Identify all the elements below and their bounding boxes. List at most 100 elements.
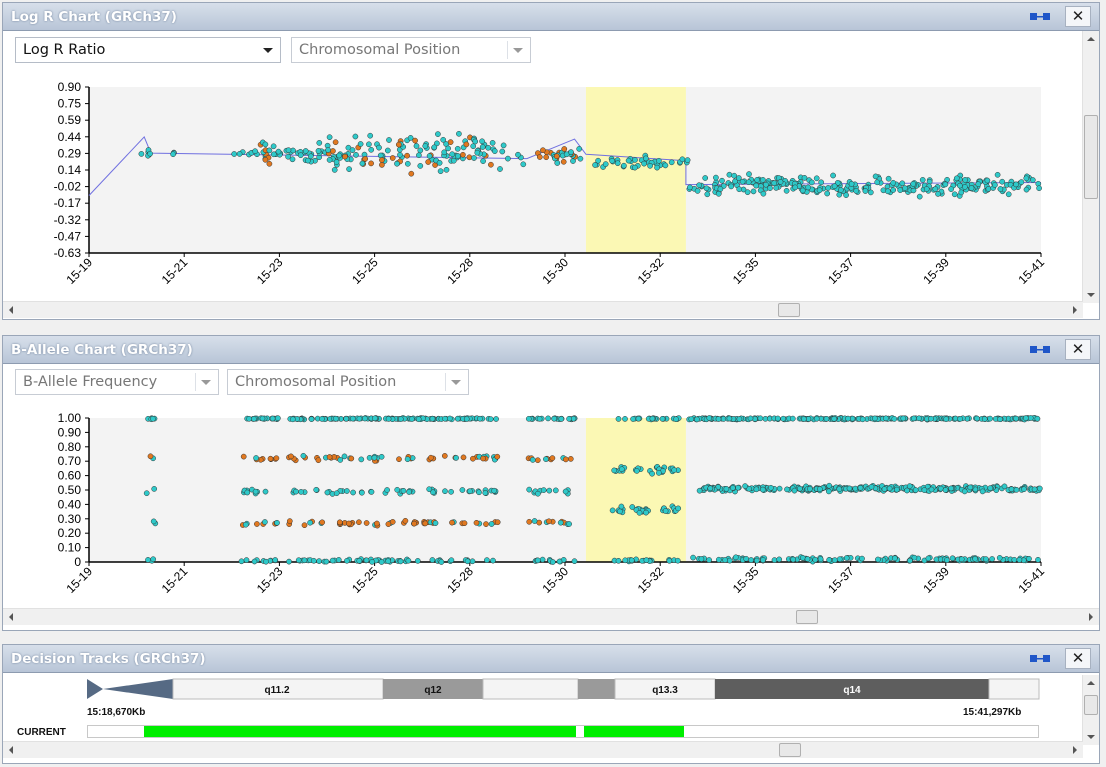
log-r-point [777, 178, 784, 185]
b-allele-point [868, 483, 875, 490]
b-allele-point [1036, 485, 1043, 492]
dock-pin-icon[interactable] [1029, 653, 1051, 664]
log-r-point [703, 185, 710, 192]
log-r-point [632, 157, 638, 163]
b-allele-point [780, 415, 787, 422]
scrollbar-thumb[interactable] [1084, 115, 1098, 199]
log-r-point [325, 147, 331, 153]
log-r-point [326, 134, 333, 141]
b-allele-point [967, 484, 974, 491]
scrollbar-thumb[interactable] [779, 743, 801, 757]
scroll-left-icon[interactable] [9, 306, 13, 314]
scroll-down-icon[interactable] [1087, 293, 1095, 297]
dock-pin-icon[interactable] [1029, 11, 1051, 22]
log-r-point [884, 188, 891, 195]
b-allele-point [301, 557, 308, 564]
log-r-vertical-scrollbar[interactable] [1082, 31, 1099, 303]
b-allele-point [817, 556, 824, 562]
scroll-right-icon[interactable] [1073, 306, 1077, 314]
b-allele-point [826, 482, 833, 489]
b-allele-point [759, 486, 766, 493]
log-r-point [368, 160, 374, 167]
b-allele-point [310, 557, 317, 564]
b-allele-point [262, 519, 268, 525]
b-allele-point [1026, 555, 1032, 562]
b-allele-point [251, 416, 257, 422]
b-allele-point [812, 556, 819, 563]
b-allele-horizontal-scrollbar[interactable] [3, 608, 1099, 625]
log-r-point [352, 133, 359, 140]
current-track[interactable] [87, 725, 1039, 738]
log-r-point [404, 160, 411, 167]
scroll-up-icon[interactable] [1087, 37, 1095, 41]
b-allele-point [921, 487, 928, 493]
b-allele-point [404, 456, 411, 463]
b-allele-point [242, 521, 249, 528]
log-r-point [404, 152, 410, 159]
log-r-point [443, 166, 450, 173]
b-allele-point [784, 486, 790, 493]
log-r-point [431, 144, 438, 151]
chevron-down-icon [451, 380, 461, 385]
log-r-point [916, 193, 923, 200]
log-r-y-tick-label: -0.02 [54, 180, 82, 194]
log-r-point [560, 158, 567, 165]
log-r-point [297, 152, 304, 159]
b-allele-point [453, 455, 459, 461]
b-allele-point [1016, 557, 1023, 563]
b-allele-point [143, 490, 150, 497]
b-allele-point [618, 503, 625, 510]
decision-region-2[interactable] [584, 726, 684, 737]
log-r-metric-dropdown[interactable]: Log R Ratio [15, 37, 281, 63]
log-r-x-tick-label: 15-35 [730, 255, 762, 287]
log-r-point [897, 187, 904, 193]
log-r-point [479, 138, 485, 145]
decision-region-1[interactable] [144, 726, 576, 737]
b-allele-point [972, 556, 978, 562]
scrollbar-thumb[interactable] [1084, 695, 1098, 715]
b-allele-point [343, 415, 350, 422]
dock-pin-icon[interactable] [1029, 344, 1051, 355]
log-r-point [647, 162, 653, 169]
scroll-up-icon[interactable] [1087, 681, 1095, 685]
b-allele-point [875, 556, 881, 563]
log-r-point [466, 154, 473, 161]
scroll-left-icon[interactable] [9, 746, 13, 754]
scroll-right-icon[interactable] [1073, 746, 1077, 754]
b-allele-point [706, 557, 712, 563]
close-button[interactable]: ✕ [1065, 648, 1091, 669]
b-allele-point [307, 519, 313, 526]
close-button[interactable]: ✕ [1065, 6, 1091, 27]
log-r-point [684, 157, 691, 163]
log-r-point [984, 177, 991, 184]
close-button[interactable]: ✕ [1065, 339, 1091, 360]
scroll-right-icon[interactable] [1089, 613, 1093, 621]
b-allele-point [997, 416, 1003, 423]
b-allele-point [743, 555, 750, 562]
scrollbar-thumb[interactable] [778, 303, 800, 317]
decision-vertical-scrollbar[interactable] [1082, 675, 1099, 745]
b-allele-point [1013, 415, 1019, 422]
log-r-point [576, 146, 583, 152]
b-allele-point [441, 453, 448, 459]
b-allele-point [494, 519, 501, 526]
log-r-point [500, 142, 507, 149]
log-r-y-tick-label: 0.90 [58, 80, 82, 94]
log-r-point [376, 144, 382, 151]
b-allele-point [298, 489, 304, 495]
b-allele-point [989, 556, 995, 562]
log-r-point [441, 149, 448, 156]
scrollbar-thumb[interactable] [796, 610, 818, 624]
b-allele-point [633, 468, 640, 474]
log-r-position-dropdown[interactable]: Chromosomal Position [291, 37, 531, 63]
b-allele-point [636, 509, 643, 516]
scroll-left-icon[interactable] [9, 613, 13, 621]
log-r-point [853, 188, 860, 194]
log-r-point [997, 186, 1004, 192]
log-r-horizontal-scrollbar[interactable] [3, 301, 1083, 318]
b-allele-point [371, 454, 378, 461]
decision-horizontal-scrollbar[interactable] [3, 741, 1083, 758]
b-allele-metric-dropdown[interactable]: B-Allele Frequency [15, 369, 219, 395]
scroll-down-icon[interactable] [1087, 735, 1095, 739]
b-allele-position-dropdown[interactable]: Chromosomal Position [227, 369, 469, 395]
